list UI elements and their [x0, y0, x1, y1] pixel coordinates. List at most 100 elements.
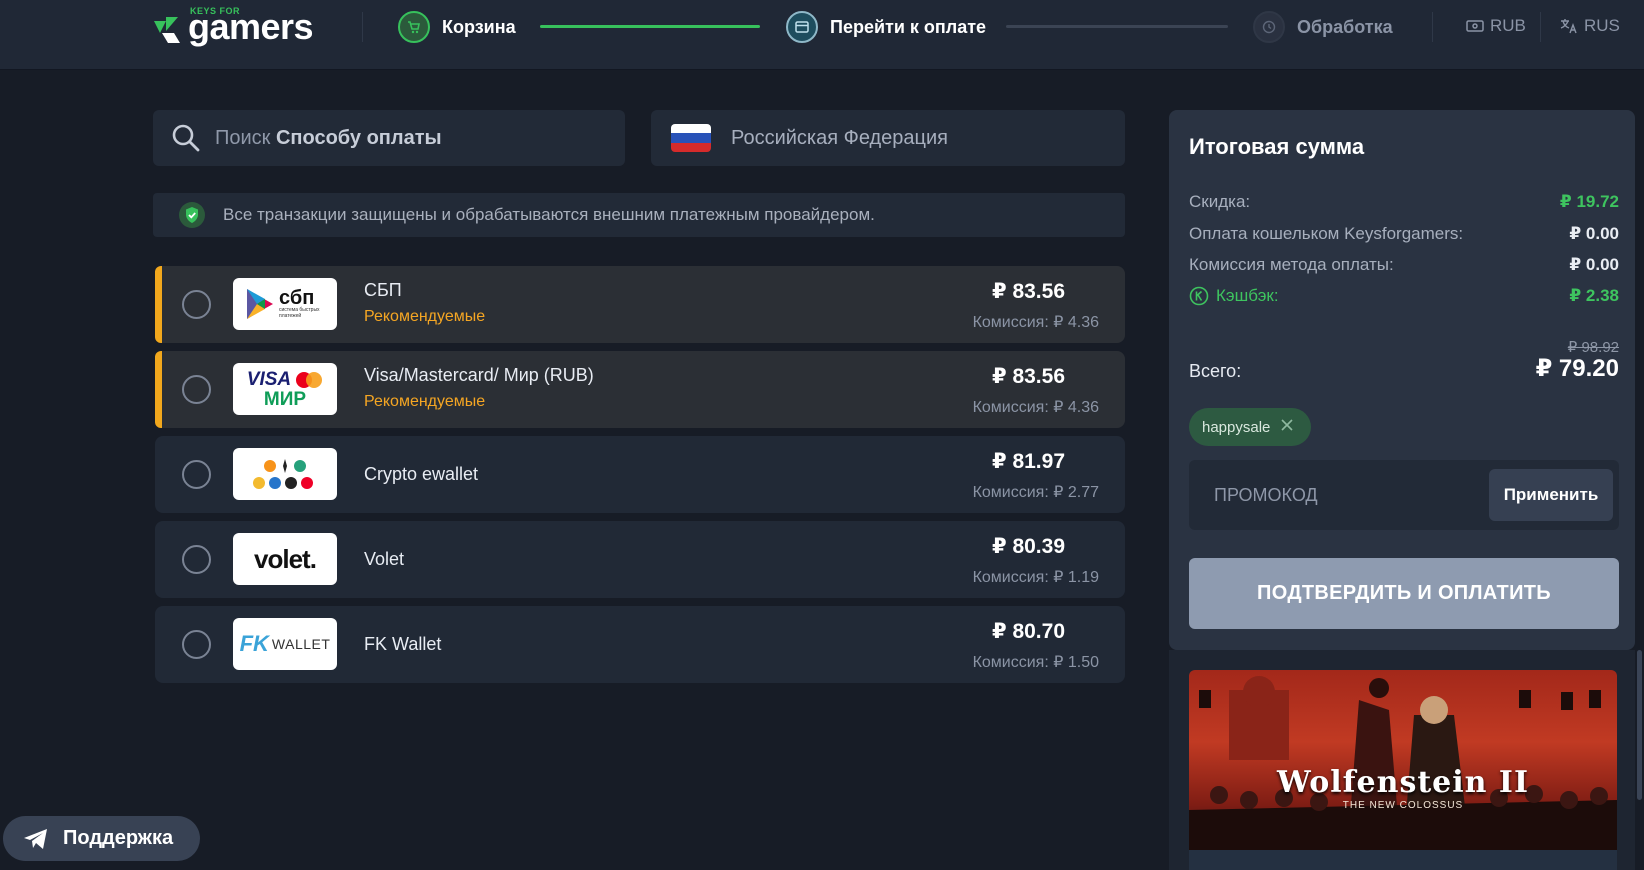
cashback-label-wrap: Кэшбэк: [1189, 286, 1279, 306]
money-icon [1466, 20, 1484, 32]
payment-method-sbp[interactable]: сбп система быстрых платежей СБП Рекомен… [155, 266, 1125, 343]
payment-search-input[interactable]: Поиск Способу оплаты [153, 110, 625, 166]
fk-wallet-logo: FK WALLET [233, 618, 337, 670]
total-value: ₽ 79.20 [1535, 355, 1619, 382]
card-icon [786, 11, 818, 43]
summary-title: Итоговая сумма [1189, 134, 1365, 159]
russia-flag-icon [671, 124, 711, 152]
apply-promo-button[interactable]: Применить [1489, 469, 1613, 521]
sbp-logo-subtext: система быстрых платежей [279, 307, 320, 319]
confirm-and-pay-button[interactable]: ПОДТВЕРДИТЬ И ОПЛАТИТЬ [1189, 558, 1619, 629]
header-divider [362, 12, 363, 42]
summary-value: ₽ 0.00 [1569, 224, 1619, 243]
country-name: Российская Федерация [731, 126, 949, 149]
top-header: KEYS FOR gamers Корзина Перейти к оплате… [0, 0, 1644, 70]
security-notice: Все транзакции защищены и обрабатываются… [153, 193, 1125, 237]
payment-method-volet[interactable]: volet. Volet ₽ 80.39 Комиссия: ₽ 1.19 [155, 521, 1125, 598]
payment-method-fee: Комиссия: ₽ 2.77 [972, 484, 1099, 501]
payment-method-price: ₽ 80.70 [992, 620, 1065, 643]
step-payment[interactable]: Перейти к оплате [786, 11, 986, 43]
sbp-icon [247, 289, 273, 319]
recommended-indicator [155, 266, 162, 343]
remove-promo-icon[interactable] [1280, 418, 1294, 436]
payment-method-radio[interactable] [182, 290, 211, 319]
summary-row-discount: Скидка: ₽ 19.72 [1189, 192, 1619, 212]
search-placeholder: Поиск Способу оплаты [215, 127, 442, 150]
summary-label: Комиссия метода оплаты: [1189, 255, 1394, 274]
currency-label: RUB [1490, 16, 1526, 35]
telegram-icon [24, 828, 47, 849]
promo-code-input[interactable] [1189, 460, 1479, 530]
country-selector[interactable]: Российская Федерация [651, 110, 1125, 166]
panel-scrollbar[interactable] [1637, 650, 1642, 800]
payment-method-fee: Комиссия: ₽ 4.36 [972, 399, 1099, 416]
visa-logo-text: VISA [246, 369, 292, 390]
step-payment-label: Перейти к оплате [830, 16, 987, 37]
search-icon [172, 124, 200, 152]
fk-logo-text: FK [239, 631, 269, 656]
summary-label: Оплата кошельком Keysforgamers: [1189, 224, 1464, 243]
step-cart-label: Корзина [442, 16, 516, 37]
payment-method-fee: Комиссия: ₽ 1.50 [972, 654, 1099, 671]
recommended-label: Рекомендуемые [364, 308, 486, 325]
language-selector[interactable]: RUS [1560, 16, 1620, 36]
payment-method-name: Visa/Mastercard/ Мир (RUB) [364, 365, 594, 385]
step-processing[interactable]: Обработка [1253, 11, 1393, 43]
payment-method-radio[interactable] [182, 375, 211, 404]
summary-value: ₽ 2.38 [1569, 286, 1619, 305]
volet-logo-text: volet. [254, 543, 317, 574]
site-logo[interactable]: KEYS FOR gamers [152, 5, 314, 45]
visa-mastercard-mir-logo: VISA МИР [233, 363, 337, 415]
game-card[interactable]: Wolfenstein II THE NEW COLOSSUS [1169, 650, 1635, 870]
sbp-logo: сбп система быстрых платежей [233, 278, 337, 330]
applied-promo-chip: happysale [1189, 408, 1311, 446]
order-summary-panel: Итоговая сумма Скидка: ₽ 19.72 Оплата ко… [1169, 110, 1635, 650]
logo-small-text: KEYS FOR [190, 6, 241, 16]
summary-label: Скидка: [1189, 192, 1251, 211]
payment-method-name: СБП [364, 280, 402, 300]
translate-icon [1560, 19, 1577, 34]
payment-method-card[interactable]: VISA МИР Visa/Mastercard/ Мир (RUB) Реко… [155, 351, 1125, 428]
summary-value: ₽ 0.00 [1569, 255, 1619, 274]
clock-icon [1253, 11, 1285, 43]
crypto-coins-icon [253, 459, 313, 489]
total-label: Всего: [1189, 361, 1242, 381]
search-placeholder-bold: Способу оплаты [275, 126, 442, 149]
promo-code-form: Применить [1189, 460, 1619, 530]
payment-method-radio[interactable] [182, 630, 211, 659]
search-placeholder-prefix: Поиск [215, 126, 276, 149]
payment-method-name: Crypto ewallet [364, 464, 479, 484]
recommended-label: Рекомендуемые [364, 393, 486, 410]
payment-method-price: ₽ 80.39 [992, 535, 1065, 558]
language-label: RUS [1584, 16, 1620, 35]
summary-row-cashback: Кэшбэк: ₽ 2.38 [1189, 286, 1619, 306]
payment-method-fee: Комиссия: ₽ 4.36 [972, 314, 1099, 331]
payment-method-crypto[interactable]: Crypto ewallet ₽ 81.97 Комиссия: ₽ 2.77 [155, 436, 1125, 513]
step-cart[interactable]: Корзина [398, 11, 516, 43]
game-cover-art [1189, 676, 1617, 850]
header-divider [1540, 12, 1541, 42]
cashback-icon [1189, 286, 1209, 306]
payment-method-fee: Комиссия: ₽ 1.19 [972, 569, 1099, 586]
game-title: Wolfenstein II [1276, 765, 1529, 800]
security-notice-text: Все транзакции защищены и обрабатываются… [223, 205, 875, 224]
game-subtitle: THE NEW COLOSSUS [1342, 800, 1464, 811]
summary-row-fee: Комиссия метода оплаты: ₽ 0.00 [1189, 255, 1619, 275]
cart-icon [398, 11, 430, 43]
header-divider [1432, 12, 1433, 42]
support-button[interactable]: Поддержка [3, 816, 200, 861]
game-card-footer [1189, 850, 1617, 870]
support-label: Поддержка [63, 827, 174, 849]
currency-selector[interactable]: RUB [1466, 16, 1526, 36]
payment-method-price: ₽ 83.56 [992, 365, 1065, 388]
shield-check-icon [179, 202, 205, 228]
payment-method-fk-wallet[interactable]: FK WALLET FK Wallet ₽ 80.70 Комиссия: ₽ … [155, 606, 1125, 683]
payment-method-name: FK Wallet [364, 634, 442, 654]
payment-method-radio[interactable] [182, 460, 211, 489]
volet-logo: volet. [233, 533, 337, 585]
recommended-indicator [155, 351, 162, 428]
wallet-logo-text: WALLET [271, 636, 331, 652]
summary-value: ₽ 19.72 [1559, 192, 1619, 211]
payment-method-radio[interactable] [182, 545, 211, 574]
payment-method-price: ₽ 83.56 [992, 280, 1065, 303]
